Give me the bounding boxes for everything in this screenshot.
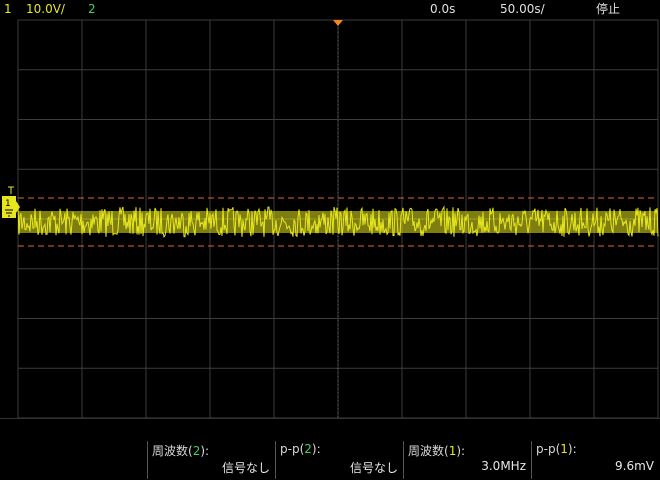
measurement-pp-ch1[interactable]: p-p(1): 9.6mV (531, 441, 660, 479)
measurement-pp-ch2[interactable]: p-p(2): 信号なし (275, 441, 404, 479)
channel-1-trace-band (18, 211, 658, 233)
measurement-value: 3.0MHz (481, 459, 526, 473)
display-bottom-border (0, 418, 660, 419)
channel-1-ground-marker[interactable]: 1 (2, 186, 20, 218)
trigger-position-marker[interactable] (333, 20, 343, 26)
waveform-display[interactable]: 1 (0, 0, 660, 480)
measurement-value: 信号なし (349, 461, 398, 475)
channel-1-marker-label: 1 (5, 199, 11, 209)
measurement-value: 信号なし (221, 461, 270, 475)
measurement-freq-ch2[interactable]: 周波数(2): 信号なし (147, 441, 276, 479)
measurement-freq-ch1[interactable]: 周波数(1): 3.0MHz (403, 441, 532, 479)
measurement-value: 9.6mV (615, 459, 654, 473)
